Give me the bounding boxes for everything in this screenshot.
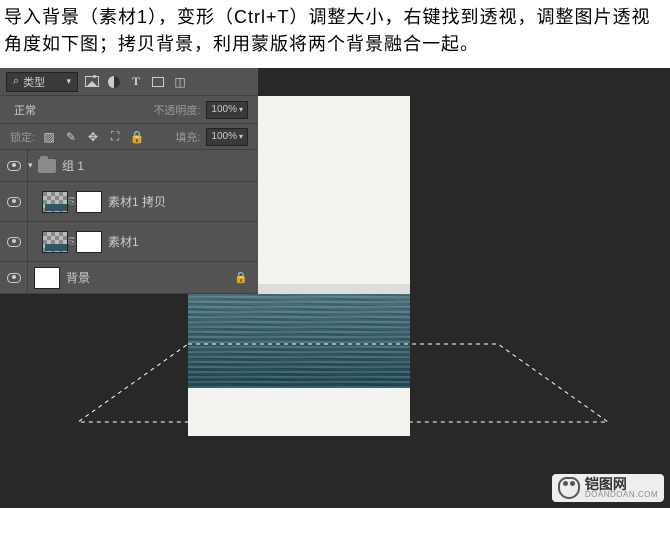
- visibility-toggle[interactable]: [0, 182, 28, 221]
- lock-row: 锁定: ▨ ✎ ✥ ⛶ 🔒 填充: 100% ▾: [0, 124, 258, 150]
- mask-thumb[interactable]: [76, 231, 102, 253]
- layer-name: 组 1: [62, 157, 84, 174]
- lock-position-icon[interactable]: ✥: [85, 129, 101, 145]
- opacity-value: 100%: [211, 104, 237, 115]
- lock-icon: 🔒: [234, 271, 248, 284]
- eye-icon: [7, 273, 21, 283]
- visibility-toggle[interactable]: [0, 150, 28, 181]
- layer-item[interactable]: ⎘ 素材1 拷贝: [0, 182, 258, 222]
- search-icon: ⌕: [13, 75, 19, 88]
- layers-panel: ⌕ 类型 ▾ T ◫ 正常 不透明度: 100% ▾ 锁定: ▨ ✎ ✥ ⛶: [0, 68, 258, 294]
- watermark-title: 铠图网: [585, 477, 658, 491]
- perspective-selection: [68, 340, 618, 430]
- lock-transparency-icon[interactable]: ▨: [41, 129, 57, 145]
- opacity-label: 不透明度:: [153, 102, 200, 118]
- blend-row: 正常 不透明度: 100% ▾: [0, 96, 258, 124]
- adjustment-filter-icon[interactable]: [106, 74, 122, 90]
- type-filter-icon[interactable]: T: [128, 74, 144, 90]
- layer-name: 素材1: [108, 233, 139, 250]
- lock-pixels-icon[interactable]: ✎: [63, 129, 79, 145]
- pixel-filter-icon[interactable]: [84, 74, 100, 90]
- layer-thumb[interactable]: [34, 267, 60, 289]
- group-twisty[interactable]: ▾: [28, 160, 38, 171]
- layer-group[interactable]: ▾ 组 1: [0, 150, 258, 182]
- layer-thumb[interactable]: [42, 191, 68, 213]
- filter-label: 类型: [23, 74, 45, 90]
- fill-label: 填充:: [175, 129, 200, 145]
- filter-row: ⌕ 类型 ▾ T ◫: [0, 68, 258, 96]
- instruction-text: 导入背景（素材1），变形（Ctrl+T）调整大小，右键找到透视，调整图片透视角度…: [0, 0, 670, 68]
- layer-thumb[interactable]: [42, 231, 68, 253]
- layer-name: 素材1 拷贝: [108, 193, 166, 210]
- visibility-toggle[interactable]: [0, 222, 28, 261]
- mask-thumb[interactable]: [76, 191, 102, 213]
- fill-input[interactable]: 100% ▾: [206, 128, 248, 146]
- eye-icon: [7, 197, 21, 207]
- blend-mode-select[interactable]: 正常: [10, 100, 50, 120]
- layer-background[interactable]: 背景 🔒: [0, 262, 258, 294]
- lock-artboard-icon[interactable]: ⛶: [107, 129, 123, 145]
- watermark-url: DOANDOAN.COM: [585, 491, 658, 499]
- fill-value: 100%: [211, 131, 237, 142]
- opacity-input[interactable]: 100% ▾: [206, 101, 248, 119]
- lock-label: 锁定:: [10, 129, 35, 145]
- filter-type-select[interactable]: ⌕ 类型 ▾: [6, 72, 78, 92]
- shape-filter-icon[interactable]: [150, 74, 166, 90]
- folder-icon: [38, 159, 56, 173]
- link-icon[interactable]: ⎘: [68, 236, 76, 247]
- watermark-logo-icon: [558, 477, 580, 499]
- chevron-down-icon: ▾: [239, 105, 243, 114]
- chevron-down-icon: ▾: [66, 76, 71, 87]
- watermark: 铠图网 DOANDOAN.COM: [552, 474, 664, 502]
- chevron-down-icon: ▾: [239, 132, 243, 141]
- eye-icon: [7, 237, 21, 247]
- smartobject-filter-icon[interactable]: ◫: [172, 74, 188, 90]
- photoshop-workspace: ⌕ 类型 ▾ T ◫ 正常 不透明度: 100% ▾ 锁定: ▨ ✎ ✥ ⛶: [0, 68, 670, 508]
- eye-icon: [7, 161, 21, 171]
- visibility-toggle[interactable]: [0, 262, 28, 293]
- layer-item[interactable]: ⎘ 素材1: [0, 222, 258, 262]
- lock-all-icon[interactable]: 🔒: [129, 129, 145, 145]
- link-icon[interactable]: ⎘: [68, 196, 76, 207]
- layer-name: 背景: [66, 269, 90, 286]
